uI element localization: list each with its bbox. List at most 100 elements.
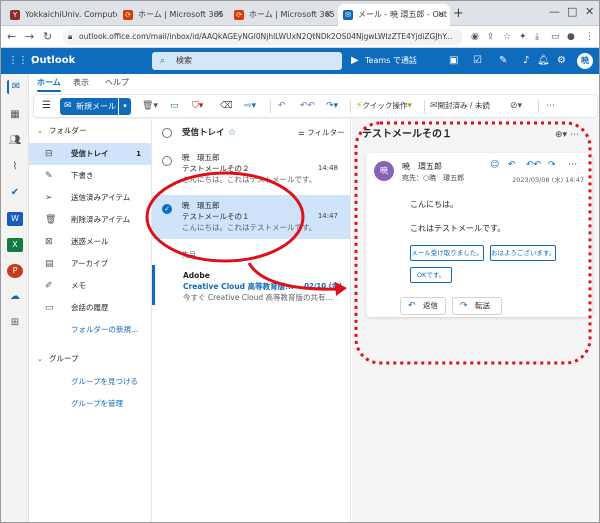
profile-icon[interactable]: ● (567, 30, 575, 44)
favorite-star-icon[interactable]: ☆ (228, 125, 236, 141)
checkmark-icon[interactable]: ✓ (162, 204, 172, 214)
list-item-selected[interactable]: ✓ 暁 環五郎 テストメールその１ こんにちは。これはテストメールです。 14:… (152, 195, 350, 239)
mail-app-icon[interactable]: ✉ (7, 80, 23, 94)
chevron-down-icon: ⌄ (37, 127, 43, 135)
more-options-icon[interactable]: ⋯ (568, 159, 577, 171)
onedrive-app-icon[interactable]: ☁ (7, 290, 23, 304)
reply-icon[interactable]: ↶ (508, 159, 516, 171)
manage-groups-link[interactable]: グループを管理 (29, 393, 151, 415)
close-tab-icon[interactable]: ✕ (215, 4, 223, 26)
tag-icon[interactable]: ⊘▾ (510, 99, 522, 113)
quick-reply-button[interactable]: OKです。 (410, 267, 452, 283)
select-all-checkbox[interactable] (162, 128, 172, 138)
people-app-icon[interactable]: 👥︎ (7, 134, 23, 148)
attachments-app-icon[interactable]: ⌇ (7, 160, 23, 174)
browser-tab-4-active[interactable]: ✉ メール - 暁 環五郎 - Out ✕ (338, 4, 450, 26)
reply-button[interactable]: ↶ 返信 (400, 297, 446, 315)
powerpoint-app-icon[interactable]: P (7, 264, 23, 278)
close-tab-icon[interactable]: ✕ (437, 4, 445, 26)
folder-label: 迷惑メール (71, 237, 109, 246)
report-icon[interactable]: ⛉▾ (192, 99, 203, 113)
new-mail-dropdown-icon[interactable]: ▾ (119, 98, 131, 115)
sidebar-icon[interactable]: ▭ (551, 30, 560, 44)
read-unread-button[interactable]: ✉開封済み / 未読 (430, 99, 490, 113)
sidebar-item-inbox[interactable]: ⊟ 受信トレイ 1 (29, 143, 151, 165)
filter-button[interactable]: ⚌ フィルター (298, 125, 344, 141)
sidebar-item-deleted[interactable]: 🗑︎ 削除済みアイテム (29, 209, 151, 231)
message-preview: 今すぐ Creative Cloud 高等教育版の共有... (183, 293, 333, 302)
delete-icon[interactable]: 🗑︎▾ (142, 99, 158, 113)
bookmark-star-icon[interactable]: ☆ (503, 30, 511, 44)
forward-button[interactable]: ↷ 転送 (452, 297, 502, 315)
maximize-icon[interactable]: □ (567, 3, 577, 21)
new-tab-button[interactable]: + (453, 4, 464, 24)
calendar-app-icon[interactable]: ▦ (7, 108, 23, 122)
new-mail-button[interactable]: ✉ 新規メール (60, 98, 118, 115)
download-icon[interactable]: ⤓ (535, 30, 539, 44)
reload-icon[interactable]: ↻ (43, 29, 52, 45)
word-app-icon[interactable]: W (7, 212, 23, 226)
tab-help[interactable]: ヘルプ (105, 76, 129, 90)
sidebar-item-drafts[interactable]: ✎ 下書き (29, 165, 151, 187)
feedback-icon[interactable]: ✎ (499, 48, 507, 74)
excel-app-icon[interactable]: X (7, 238, 23, 252)
move-to-icon[interactable]: ⇨▾ (244, 99, 256, 113)
settings-gear-icon[interactable]: ⚙ (557, 48, 566, 74)
sidebar-item-history[interactable]: ▭ 会話の履歴 (29, 297, 151, 319)
message-sender: 暁 環五郎 (182, 153, 220, 162)
todo-icon[interactable]: ☑ (473, 48, 482, 74)
sidebar-item-junk[interactable]: ⊠ 迷惑メール (29, 231, 151, 253)
reply-icon[interactable]: ↶ (278, 99, 286, 113)
sidebar-item-sent[interactable]: ➢ 送信済みアイテム (29, 187, 151, 209)
folders-header[interactable]: ⌄ フォルダー (37, 123, 87, 139)
minimize-icon[interactable]: — (549, 3, 560, 21)
quick-steps-button[interactable]: ⚡クイック操作▾ (356, 99, 412, 113)
search-input[interactable]: ⌕ 検索 (152, 52, 342, 70)
tab-home[interactable]: ホーム (37, 76, 61, 92)
archive-icon[interactable]: ▭ (170, 99, 179, 113)
tab-view[interactable]: 表示 (73, 76, 89, 90)
share-icon[interactable]: ⇪ (487, 30, 495, 44)
more-options-icon[interactable]: ⋯ (546, 99, 555, 113)
teams-call-button[interactable]: Teams で通話 (365, 48, 417, 74)
reply-all-icon[interactable]: ↶↶ (526, 159, 541, 171)
account-icon[interactable]: ◉ (471, 30, 479, 44)
hamburger-menu-icon[interactable]: ☰ (42, 99, 51, 113)
reply-all-icon[interactable]: ↶↶ (300, 99, 315, 113)
url-input[interactable]: 🔒︎ outlook.office.com/mail/inbox/id/AAQk… (63, 29, 463, 45)
meet-now-icon[interactable]: ▣ (449, 48, 458, 74)
sweep-icon[interactable]: ⌫ (220, 99, 233, 113)
close-window-icon[interactable]: ✕ (585, 3, 594, 21)
sidebar-item-notes[interactable]: ✐ メモ (29, 275, 151, 297)
more-apps-icon[interactable]: ⊞ (7, 316, 23, 330)
forward-icon[interactable]: → (25, 29, 34, 45)
browser-tab-3[interactable]: ⟳ ホーム | Microsoft 365 ✕ (229, 4, 337, 26)
extensions-icon[interactable]: ✦ (519, 30, 527, 44)
quick-reply-button[interactable]: おはようございます。 (490, 245, 556, 261)
forward-label: 転送 (475, 301, 490, 310)
new-folder-link[interactable]: フォルダーの新規... (29, 319, 151, 341)
browser-menu-icon[interactable]: ⋮ (585, 30, 594, 44)
notification-bell-icon[interactable]: 🔔︎ (537, 48, 550, 74)
zoom-icon[interactable]: ⊕▾ ⋯ (555, 127, 579, 143)
browser-tab-2[interactable]: ⟳ ホーム | Microsoft 365 ✕ (118, 4, 228, 26)
forward-icon[interactable]: ↷▾ (326, 99, 338, 113)
select-radio[interactable] (162, 156, 172, 166)
list-item[interactable]: Adobe Creative Cloud 高等教育版... 今すぐ Creati… (152, 265, 350, 305)
list-item[interactable]: 暁 環五郎 テストメールその２ こんにちは。これはテストメールです。 14:48 (152, 147, 350, 189)
browser-tab-1[interactable]: Y YokkaichiUniv. Compute (5, 4, 117, 26)
todo-app-icon[interactable]: ✔ (7, 186, 23, 200)
tab-label: YokkaichiUniv. Compute (25, 10, 117, 19)
back-icon[interactable]: ← (7, 29, 16, 45)
quick-reply-button[interactable]: メール受け取りました。 (410, 245, 484, 261)
avatar[interactable]: 暁 (577, 53, 593, 69)
app-launcher-icon[interactable]: ⋮⋮⋮ (8, 55, 38, 67)
megaphone-icon[interactable]: ♪ (523, 48, 529, 74)
find-groups-link[interactable]: グループを見つける (29, 371, 151, 393)
close-tab-icon[interactable]: ✕ (324, 4, 332, 26)
sidebar-item-archive[interactable]: ▤ アーカイブ (29, 253, 151, 275)
group-label: 先月 (182, 251, 196, 259)
emoji-icon[interactable]: ☺ (490, 159, 499, 171)
groups-header[interactable]: ⌄ グループ (37, 351, 79, 367)
forward-icon[interactable]: ↷ (548, 159, 556, 171)
